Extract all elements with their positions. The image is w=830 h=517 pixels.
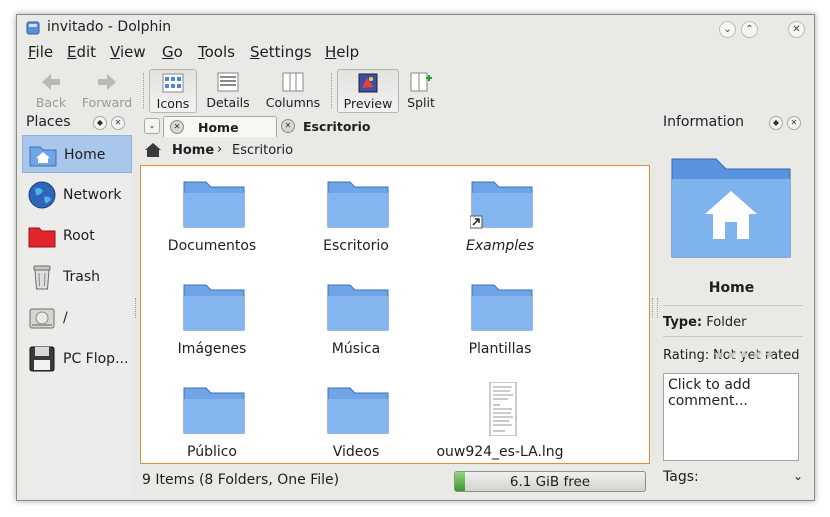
preview-icon — [358, 73, 378, 93]
info-rating-row[interactable]: Rating: Not yet rated ★★★★★ — [663, 348, 803, 363]
file-item-escritorio[interactable]: Escritorio — [291, 172, 421, 267]
folder-icon — [471, 284, 533, 331]
breadcrumb-home[interactable]: Home — [172, 143, 214, 158]
file-item-documentos[interactable]: Documentos — [147, 172, 277, 267]
tab-menu-button[interactable]: ⌄ — [144, 118, 160, 134]
dolphin-app-icon — [26, 21, 40, 35]
place-item-network[interactable]: Network — [22, 176, 132, 214]
forward-button[interactable]: Forward — [79, 69, 135, 111]
info-item-name: Home — [708, 280, 755, 296]
file-item-publico[interactable]: Público — [147, 378, 277, 473]
rating-stars-icon[interactable]: ★★★★★ — [713, 348, 776, 363]
file-item-videos[interactable]: Videos — [291, 378, 421, 473]
status-summary: 9 Items (8 Folders, One File) — [142, 472, 340, 488]
file-item-plantillas[interactable]: Plantillas — [435, 275, 565, 370]
file-item-imagenes[interactable]: Imágenes — [147, 275, 277, 370]
breadcrumb-current[interactable]: Escritorio — [232, 143, 293, 158]
folder-link-icon — [470, 181, 533, 229]
folder-icon — [183, 181, 245, 228]
dolphin-window: invitado - Dolphin ⌄ ⌃ ✕ File Edit View … — [16, 14, 815, 501]
text-file-icon — [489, 382, 517, 436]
tab-bar: ⌄ ✕ Home ✕ Escritorio — [141, 115, 658, 137]
places-float-button[interactable]: ◆ — [93, 116, 107, 130]
places-panel: Home Network Root Trash / PC Flop... — [22, 133, 132, 496]
info-panel-title: Information — [663, 114, 745, 130]
folder-icon — [327, 387, 389, 434]
root-folder-icon — [28, 227, 56, 248]
info-divider — [663, 305, 803, 306]
info-type-row: Type: Folder — [663, 315, 747, 330]
tags-row[interactable]: Tags: ⌄ — [663, 469, 803, 485]
close-tab-icon[interactable]: ✕ — [281, 119, 295, 133]
arrow-left-icon — [42, 74, 60, 90]
toolbar-separator — [331, 73, 332, 109]
folder-icon — [183, 284, 245, 331]
status-bar: 9 Items (8 Folders, One File) 6.1 GiB fr… — [140, 470, 650, 492]
details-view-button[interactable]: Details — [203, 69, 253, 111]
tab-escritorio[interactable]: ✕ Escritorio — [275, 116, 425, 136]
file-item-ouw924-lng[interactable]: ouw924_es-LA.lng — [435, 378, 565, 473]
comment-field[interactable]: Click to add comment... — [663, 373, 799, 461]
folder-icon — [327, 181, 389, 228]
menu-tools[interactable]: Tools — [198, 43, 235, 61]
arrow-right-icon — [98, 74, 116, 90]
minimize-button[interactable]: ⌄ — [719, 21, 736, 38]
chevron-down-icon[interactable]: ⌄ — [793, 469, 803, 483]
menu-file[interactable]: File — [28, 43, 53, 61]
free-space-bar[interactable]: 6.1 GiB free — [454, 471, 646, 492]
free-space-label: 6.1 GiB free — [509, 474, 591, 490]
home-folder-icon — [29, 146, 57, 167]
preview-toggle-button[interactable]: Preview — [337, 69, 399, 113]
close-tab-icon[interactable]: ✕ — [170, 120, 184, 134]
toolbar-separator — [143, 73, 144, 109]
file-item-examples[interactable]: Examples — [435, 172, 565, 267]
window-title: invitado - Dolphin — [47, 19, 172, 35]
floppy-icon — [29, 346, 55, 372]
place-item-home[interactable]: Home — [22, 135, 132, 173]
columns-view-icon — [282, 72, 304, 92]
place-item-root[interactable]: Root — [22, 217, 132, 255]
folder-icon — [327, 284, 389, 331]
hard-drive-icon — [29, 308, 55, 329]
folder-icon — [183, 387, 245, 434]
menu-settings[interactable]: Settings — [250, 43, 312, 61]
file-item-musica[interactable]: Música — [291, 275, 421, 370]
back-button[interactable]: Back — [31, 69, 71, 111]
split-view-icon — [410, 72, 432, 92]
info-float-button[interactable]: ◆ — [769, 116, 783, 130]
trash-icon — [33, 265, 51, 290]
icons-view-button[interactable]: Icons — [149, 69, 197, 113]
place-item-floppy[interactable]: PC Flop... — [22, 340, 132, 378]
network-globe-icon — [28, 181, 56, 209]
columns-view-button[interactable]: Columns — [263, 69, 323, 111]
details-view-icon — [217, 72, 239, 92]
info-divider — [663, 336, 803, 337]
file-view[interactable]: Documentos Escritorio Examples Imágenes … — [140, 165, 650, 464]
info-close-button[interactable]: ✕ — [787, 116, 801, 130]
menu-go[interactable]: Go — [162, 43, 183, 61]
information-panel: Information ◆ ✕ Home Type: Folder Rating… — [658, 111, 810, 497]
menu-help[interactable]: Help — [325, 43, 359, 61]
close-window-button[interactable]: ✕ — [788, 21, 805, 38]
places-close-button[interactable]: ✕ — [111, 116, 125, 130]
place-item-trash[interactable]: Trash — [22, 258, 132, 296]
home-icon[interactable] — [144, 142, 162, 158]
title-bar[interactable]: invitado - Dolphin ⌄ ⌃ ✕ — [17, 15, 814, 41]
icons-view-icon — [162, 73, 184, 93]
split-view-button[interactable]: Split — [403, 69, 439, 111]
home-folder-preview-icon — [671, 158, 791, 258]
menu-edit[interactable]: Edit — [67, 43, 96, 61]
menu-view[interactable]: View — [110, 43, 146, 61]
place-item-root-fs[interactable]: / — [22, 299, 132, 337]
tab-home[interactable]: ✕ Home — [163, 116, 277, 137]
main-toolbar: Back Forward Icons Details Columns Previ… — [17, 69, 814, 113]
places-panel-title: Places — [26, 114, 71, 130]
maximize-button[interactable]: ⌃ — [741, 21, 758, 38]
chevron-right-icon: › — [217, 142, 223, 157]
